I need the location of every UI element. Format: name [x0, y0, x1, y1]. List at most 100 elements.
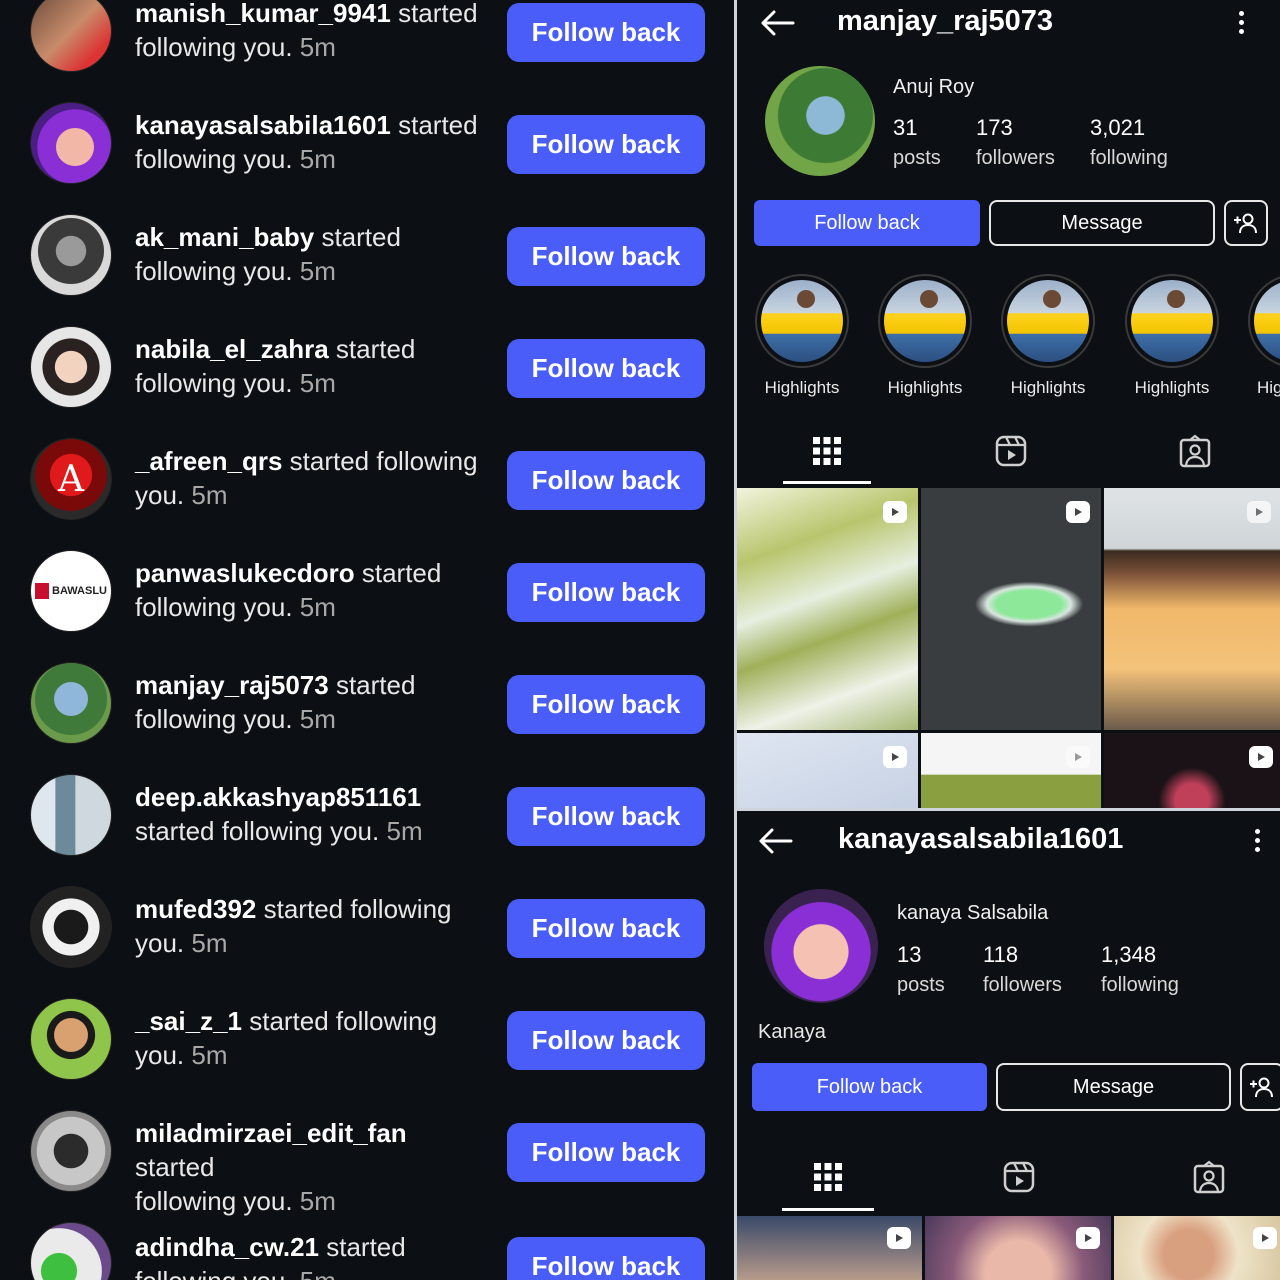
- story-highlight[interactable]: Highlights: [754, 274, 850, 398]
- notification-username[interactable]: nabila_el_zahra: [135, 334, 329, 364]
- notification-username[interactable]: _sai_z_1: [135, 1006, 242, 1036]
- follow-back-button[interactable]: Follow back: [752, 1063, 987, 1111]
- avatar[interactable]: [30, 1222, 112, 1280]
- avatar[interactable]: [30, 774, 112, 856]
- notification-username[interactable]: panwaslukecdoro: [135, 558, 355, 588]
- post-thumbnail[interactable]: [921, 733, 1101, 808]
- reels-icon[interactable]: [994, 434, 1028, 468]
- list-item[interactable]: BAWASLU panwaslukecdoro started followin…: [0, 540, 734, 652]
- add-user-button[interactable]: [1240, 1063, 1280, 1111]
- follow-back-button[interactable]: Follow back: [507, 115, 705, 174]
- more-vertical-icon[interactable]: [1237, 11, 1245, 37]
- following-stat[interactable]: 1,348 following: [1101, 942, 1179, 997]
- message-button[interactable]: Message: [989, 200, 1215, 246]
- avatar[interactable]: [30, 1110, 112, 1192]
- post-thumbnail[interactable]: [921, 488, 1101, 730]
- following-stat[interactable]: 3,021 following: [1090, 115, 1168, 170]
- notification-username[interactable]: _afreen_qrs: [135, 446, 282, 476]
- follow-back-button[interactable]: Follow back: [507, 787, 705, 846]
- follow-back-button[interactable]: Follow back: [507, 1011, 705, 1070]
- notification-text: panwaslukecdoro started following you. 5…: [135, 556, 485, 624]
- posts-stat[interactable]: 31 posts: [893, 115, 941, 170]
- post-thumbnail[interactable]: [925, 1216, 1111, 1280]
- notification-username[interactable]: kanayasalsabila1601: [135, 110, 391, 140]
- notification-username[interactable]: deep.akkashyap851161: [135, 782, 421, 812]
- following-count: 1,348: [1101, 942, 1157, 967]
- bawaslu-logo-icon: [35, 583, 49, 599]
- profile-avatar[interactable]: [765, 66, 875, 176]
- back-arrow-icon[interactable]: [757, 826, 793, 856]
- notification-username[interactable]: adindha_cw.21: [135, 1232, 319, 1262]
- list-item[interactable]: ak_mani_baby started following you. 5m F…: [0, 204, 734, 316]
- post-thumbnail[interactable]: [737, 733, 918, 808]
- tagged-icon[interactable]: [1178, 434, 1212, 468]
- message-button[interactable]: Message: [996, 1063, 1231, 1111]
- list-item[interactable]: kanayasalsabila1601 started following yo…: [0, 92, 734, 204]
- follow-back-button[interactable]: Follow back: [507, 227, 705, 286]
- notification-username[interactable]: manish_kumar_9941: [135, 0, 391, 28]
- active-tab-indicator: [783, 481, 871, 484]
- avatar[interactable]: [30, 214, 112, 296]
- profile-view-kanaya: kanayasalsabila1601 kanaya Salsabila 13 …: [737, 811, 1280, 1280]
- story-highlight[interactable]: Hig: [1247, 274, 1280, 398]
- avatar[interactable]: A: [30, 438, 112, 520]
- story-highlight[interactable]: Highlights: [1124, 274, 1220, 398]
- list-item[interactable]: miladmirzaei_edit_fan started following …: [0, 1100, 734, 1216]
- notification-action: started: [335, 334, 416, 364]
- follow-back-button[interactable]: Follow back: [507, 1237, 705, 1280]
- notification-action-cont: following you.: [135, 704, 293, 734]
- follow-back-button[interactable]: Follow back: [507, 3, 705, 62]
- follow-back-button[interactable]: Follow back: [754, 200, 980, 246]
- post-thumbnail[interactable]: [1114, 1216, 1280, 1280]
- followers-count: 118: [983, 942, 1019, 967]
- notification-text: kanayasalsabila1601 started following yo…: [135, 108, 485, 176]
- follow-back-button[interactable]: Follow back: [507, 451, 705, 510]
- notification-username[interactable]: manjay_raj5073: [135, 670, 329, 700]
- follow-back-button[interactable]: Follow back: [507, 899, 705, 958]
- grid-icon[interactable]: [811, 1160, 845, 1194]
- notification-time: 5m: [300, 1266, 336, 1280]
- list-item[interactable]: deep.akkashyap851161 started following y…: [0, 764, 734, 876]
- notification-username[interactable]: miladmirzaei_edit_fan: [135, 1118, 407, 1148]
- story-highlight[interactable]: Highlights: [1000, 274, 1096, 398]
- post-thumbnail[interactable]: [1104, 733, 1280, 808]
- list-item[interactable]: _sai_z_1 started following you. 5m Follo…: [0, 988, 734, 1100]
- story-highlight[interactable]: Highlights: [877, 274, 973, 398]
- avatar[interactable]: [30, 102, 112, 184]
- post-thumbnail[interactable]: [1104, 488, 1280, 730]
- avatar[interactable]: BAWASLU: [30, 550, 112, 632]
- list-item[interactable]: mufed392 started following you. 5m Follo…: [0, 876, 734, 988]
- list-item[interactable]: manjay_raj5073 started following you. 5m…: [0, 652, 734, 764]
- followers-stat[interactable]: 118 followers: [983, 942, 1062, 997]
- add-user-button[interactable]: [1224, 200, 1268, 246]
- list-item[interactable]: A _afreen_qrs started following you. 5m …: [0, 428, 734, 540]
- followers-stat[interactable]: 173 followers: [976, 115, 1055, 170]
- profile-avatar[interactable]: [764, 889, 878, 1003]
- list-item[interactable]: manish_kumar_9941 started following you.…: [0, 0, 734, 92]
- avatar[interactable]: [30, 326, 112, 408]
- list-item[interactable]: nabila_el_zahra started following you. 5…: [0, 316, 734, 428]
- follow-back-button[interactable]: Follow back: [507, 1123, 705, 1182]
- avatar[interactable]: [30, 662, 112, 744]
- notification-username[interactable]: mufed392: [135, 894, 256, 924]
- avatar[interactable]: [30, 998, 112, 1080]
- post-thumbnail[interactable]: [737, 1216, 922, 1280]
- back-arrow-icon[interactable]: [759, 8, 795, 38]
- avatar[interactable]: [30, 0, 112, 72]
- avatar-letter: A: [58, 458, 84, 500]
- tagged-icon[interactable]: [1192, 1160, 1226, 1194]
- more-vertical-icon[interactable]: [1253, 829, 1261, 855]
- follow-back-button[interactable]: Follow back: [507, 675, 705, 734]
- follow-back-button[interactable]: Follow back: [507, 339, 705, 398]
- notification-action-cont: started following you.: [135, 816, 380, 846]
- notification-username[interactable]: ak_mani_baby: [135, 222, 314, 252]
- notification-text: _afreen_qrs started following you. 5m: [135, 444, 485, 512]
- grid-icon[interactable]: [810, 434, 844, 468]
- avatar[interactable]: [30, 886, 112, 968]
- notification-action: started: [398, 110, 478, 140]
- list-item[interactable]: adindha_cw.21 started following you. 5m …: [0, 1212, 734, 1280]
- posts-stat[interactable]: 13 posts: [897, 942, 945, 997]
- post-thumbnail[interactable]: [737, 488, 918, 730]
- follow-back-button[interactable]: Follow back: [507, 563, 705, 622]
- reels-icon[interactable]: [1002, 1160, 1036, 1194]
